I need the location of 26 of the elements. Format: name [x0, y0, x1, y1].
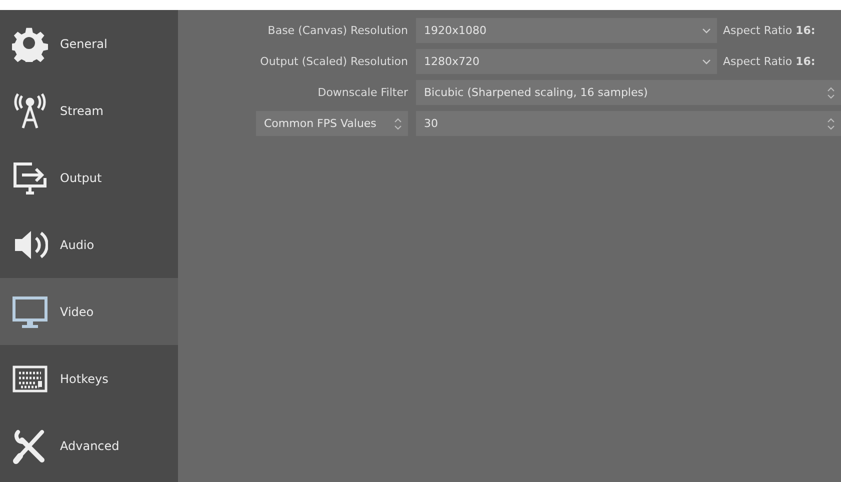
sidebar-item[interactable]: Audio: [0, 211, 178, 278]
dropdown-caret-icon: [702, 28, 711, 34]
monitor-icon: [12, 294, 48, 330]
aspect-ratio-text: Aspect Ratio 16:: [723, 55, 816, 68]
setting-label: Output (Scaled) Resolution: [259, 55, 408, 68]
spinner-arrows-icon: [827, 86, 835, 98]
resolution-dropdown[interactable]: 1920x1080: [416, 18, 717, 43]
gear-icon: [12, 26, 48, 62]
setting-label: Downscale Filter: [316, 86, 408, 99]
fps-type-select[interactable]: Common FPS Values: [256, 111, 408, 136]
resolution-dropdown[interactable]: 1280x720: [416, 49, 717, 74]
value-select[interactable]: Bicubic (Sharpened scaling, 16 samples): [416, 80, 841, 105]
sidebar-item[interactable]: Stream: [0, 77, 178, 144]
sidebar-item[interactable]: Output: [0, 144, 178, 211]
spinner-arrows-icon: [394, 118, 402, 130]
sidebar-item[interactable]: General: [0, 10, 178, 77]
antenna-icon: [12, 92, 48, 128]
monitor-arrow-icon: [12, 160, 48, 196]
value-select[interactable]: 30: [416, 111, 841, 136]
spinner-arrows-icon: [827, 118, 835, 130]
setting-label: Base (Canvas) Resolution: [266, 24, 408, 37]
aspect-ratio-text: Aspect Ratio 16:: [723, 24, 816, 37]
sidebar-item[interactable]: Video: [0, 278, 178, 345]
sidebar-item[interactable]: Hotkeys: [0, 345, 178, 412]
sidebar-item[interactable]: Advanced: [0, 412, 178, 479]
dropdown-caret-icon: [702, 58, 711, 64]
